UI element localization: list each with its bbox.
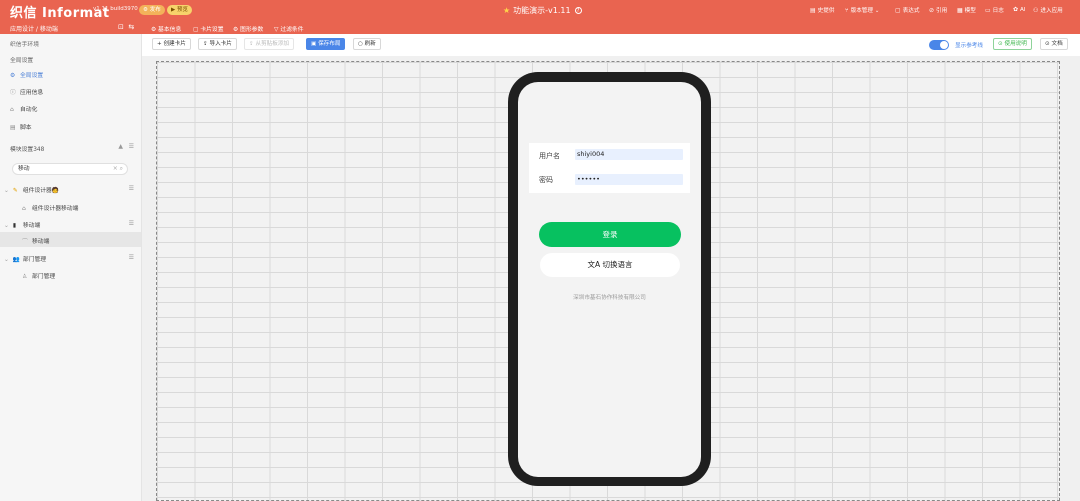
translate-icon: 文A (587, 260, 601, 269)
param-icon: ⚙ (233, 27, 239, 33)
sidebar-item-app-info[interactable]: ⓘ 应用信息 (10, 87, 43, 96)
expand-icon[interactable]: ⊡ (118, 23, 124, 31)
nav-ai[interactable]: ✿ AI (1013, 6, 1026, 13)
gear-icon: ⚙ (151, 27, 157, 33)
reference-icon: ⊘ (929, 7, 935, 14)
tree-item-component-designer[interactable]: ⌄ ✎ 组件设计器🧑 (4, 185, 59, 194)
sidebar-controls: ⊡ ⇆ (118, 23, 134, 31)
paste-card-button[interactable]: ⇪ 从剪贴板添加 (244, 38, 295, 50)
log-icon: ▭ (985, 7, 991, 14)
docs-button[interactable]: ⊙ 文档 (1040, 38, 1068, 50)
usage-guide-button[interactable]: ⊙ 使用说明 (993, 38, 1032, 50)
refresh-button[interactable]: ○ 刷新 (353, 38, 381, 50)
save-layout-button[interactable]: ▣ 保存布局 (306, 38, 346, 50)
module-search-input[interactable]: 移动 × ⌕ (12, 163, 128, 175)
create-card-button[interactable]: + 创建卡片 (152, 38, 191, 50)
nav-template[interactable]: ▦ 模型 (957, 6, 976, 14)
sidebar-item-global-settings[interactable]: ⚙ 全局设置 (10, 70, 43, 79)
breadcrumb: 应用设计 / 移动端 (10, 26, 58, 33)
preview-button[interactable]: ▶ 预览 (167, 5, 192, 15)
info-icon: ⓘ (10, 90, 16, 96)
tree-item-department[interactable]: ⌄ 👥 部门管理 (4, 254, 46, 263)
group-icon: 👥 (12, 257, 21, 263)
chevron-down-icon: ⌄ (4, 257, 9, 263)
tree-item-mobile[interactable]: ⌄ ▮ 移动端 (4, 220, 40, 229)
tab-basic-info[interactable]: ⚙ 基本信息 (151, 24, 181, 33)
script-icon: ▤ (10, 125, 16, 131)
preview-icon: ▶ (171, 7, 176, 13)
tab-graphic-params[interactable]: ⚙ 图形参数 (233, 24, 263, 33)
publish-button[interactable]: ⚙ 发布 (139, 5, 165, 15)
show-guides-toggle[interactable] (929, 40, 949, 50)
password-field[interactable]: •••••• (575, 174, 683, 185)
phone-icon: ▮ (12, 223, 17, 229)
chart-icon: ⌒ (22, 239, 28, 245)
docs-icon: ⊙ (1045, 41, 1050, 47)
tree-item-mobile-page[interactable]: ⌒ 移动端 (22, 236, 49, 245)
expression-icon: ▢ (895, 7, 901, 14)
tree-menu-icon[interactable]: ☰ (129, 254, 134, 261)
chevron-down-icon: ⌄ (4, 188, 9, 194)
project-title[interactable]: ★ 功能演示-v1.11? (503, 5, 582, 16)
import-card-button[interactable]: ⇪ 导入卡片 (198, 38, 237, 50)
nav-history[interactable]: ▤ 史提供 (810, 6, 834, 14)
history-icon: ▤ (810, 7, 816, 14)
tree-item-component-designer-mobile[interactable]: ⌂ 组件设计器移动端 (22, 203, 78, 212)
nav-version[interactable]: ⑂ 版本管理 ⌄ (845, 6, 879, 14)
import-icon: ⇪ (203, 41, 208, 47)
save-icon: ▣ (311, 41, 317, 47)
username-label: 用户名 (539, 152, 560, 160)
show-guides-label: 显示参考线 (955, 43, 983, 49)
company-name: 深圳市基石协作科技有限公司 (573, 295, 646, 301)
tree-item-department-page[interactable]: ♙ 部门管理 (22, 271, 55, 280)
filter-icon: ▽ (274, 27, 279, 33)
user-icon: ♙ (22, 274, 28, 280)
module-settings-title: 模块设置348 (10, 147, 45, 153)
password-label: 密码 (539, 176, 553, 184)
card-icon: ▢ (193, 27, 199, 33)
chevron-down-icon: ⌄ (4, 223, 9, 229)
settings-icon: ⚙ (10, 73, 16, 79)
sidebar: 织信手环境 全局设置 ⚙ 全局设置 ⓘ 应用信息 ⌂ 自动化 ▤ 脚本 模块设置348 … (0, 34, 142, 501)
version-icon: ⑂ (845, 7, 849, 14)
sidebar-item-script[interactable]: ▤ 脚本 (10, 122, 32, 131)
clear-search-icon[interactable]: × ⌕ (113, 164, 123, 174)
switch-language-button[interactable]: 文A 切换语言 (540, 253, 680, 277)
pin-icon[interactable]: ▲ (118, 143, 123, 150)
tree-menu-icon[interactable]: ☰ (129, 220, 134, 227)
nav-expression[interactable]: ▢ 表达式 (895, 6, 919, 14)
sidebar-item-automation[interactable]: ⌂ 自动化 (10, 104, 37, 113)
template-icon: ▦ (957, 7, 963, 14)
refresh-icon: ○ (358, 41, 363, 47)
ai-icon: ✿ (1013, 6, 1019, 13)
component-icon: ✎ (12, 188, 18, 194)
top-header: 织信 Informat v1.11 build3970 ⚙ 发布 ▶ 预览 ★ 功… (0, 0, 1080, 22)
home-icon: ⌂ (22, 206, 26, 212)
enter-app-icon: ⚇ (1033, 7, 1039, 14)
tree-menu-icon[interactable]: ☰ (129, 185, 134, 192)
phone-screen (518, 82, 701, 477)
tab-filter[interactable]: ▽ 过滤条件 (274, 24, 304, 33)
guide-icon: ⊙ (998, 41, 1003, 47)
publish-icon: ⚙ (143, 7, 148, 13)
sort-icon[interactable]: ☰ (129, 143, 134, 150)
help-icon[interactable]: ? (574, 7, 582, 14)
sub-header: 应用设计 / 移动端 ⊡ ⇆ ⚙ 基本信息 ▢ 卡片设置 ⚙ 图形参数 ▽ 过滤… (0, 22, 1080, 36)
star-icon: ★ (503, 6, 511, 15)
tab-card-settings[interactable]: ▢ 卡片设置 (193, 24, 224, 36)
nav-log[interactable]: ▭ 日志 (985, 6, 1004, 14)
login-button[interactable]: 登录 (539, 222, 681, 247)
env-label: 织信手环境 (10, 42, 39, 48)
nav-enter-app[interactable]: ⚇ 进入应用 (1033, 6, 1063, 14)
version-label: v1.11 build3970 (93, 6, 138, 12)
clipboard-icon: ⇪ (249, 41, 254, 47)
global-settings-title: 全局设置 (10, 58, 34, 64)
username-field[interactable]: shiyi004 (575, 149, 683, 160)
automation-icon: ⌂ (10, 107, 14, 113)
nav-reference[interactable]: ⊘ 引用 (929, 6, 947, 14)
collapse-icon[interactable]: ⇆ (128, 23, 134, 31)
